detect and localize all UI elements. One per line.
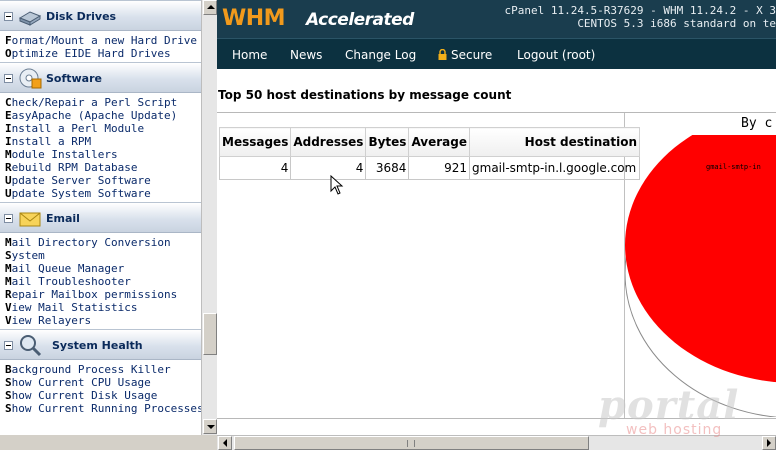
sidebar-scrollbar[interactable] [201,0,217,435]
section-title: Software [46,72,102,85]
cell-bytes: 3684 [365,156,410,180]
email-envelope-icon [19,212,41,227]
scroll-corner [201,435,217,450]
nav-secure-label: Secure [451,48,493,62]
menu-item[interactable]: Mail Queue Manager [5,262,201,275]
section-title: Email [46,212,80,225]
cell-messages: 4 [218,156,292,180]
whm-logo-subtitle: Accelerated [306,10,414,30]
menu-item[interactable]: Module Installers [5,148,201,161]
scroll-right-arrow-icon[interactable] [762,436,776,450]
report-title: Top 50 host destinations by message coun… [218,88,512,102]
menu-item[interactable]: Background Process Killer [5,363,201,376]
section-header-email[interactable]: Email [0,202,201,233]
sidebar-menu: Disk Drives Format/Mount a new Hard Driv… [0,0,201,435]
collapse-toggle-icon[interactable] [4,12,13,21]
menu-item[interactable]: Mail Directory Conversion [5,236,201,249]
menu-item[interactable]: Install a RPM [5,135,201,148]
scroll-down-arrow-icon[interactable] [203,419,217,434]
section-header-software[interactable]: Software [0,62,201,93]
whm-logo[interactable]: WHM [222,6,286,31]
scroll-up-arrow-icon[interactable] [203,0,217,15]
menu-item[interactable]: Update Server Software [5,174,201,187]
menu-item[interactable]: Mail Troubleshooter [5,275,201,288]
main-content: WHM Accelerated cPanel 11.24.5-R37629 - … [217,0,776,435]
menu-item[interactable]: EasyApache (Apache Update) [5,109,201,122]
section-items-email: Mail Directory Conversion System Mail Qu… [0,233,201,329]
top-nav: Home News Change Log Secure Logout (root… [217,38,776,69]
menu-item[interactable]: Show Current Disk Usage [5,389,201,402]
menu-item[interactable]: Rebuild RPM Database [5,161,201,174]
scroll-left-arrow-icon[interactable] [218,436,232,450]
magnifier-icon [20,335,42,357]
table-header-row: Messages Addresses Bytes Average Host de… [218,127,641,157]
section-header-system-health[interactable]: System Health [0,329,201,360]
menu-item[interactable]: Show Current CPU Usage [5,376,201,389]
col-host-destination: Host destination [469,127,641,157]
menu-item[interactable]: Optimize EIDE Hard Drives [5,47,201,60]
section-header-disk-drives[interactable]: Disk Drives [0,0,201,31]
col-addresses: Addresses [290,127,367,157]
os-info: CENTOS 5.3 i686 standard on te [577,17,776,30]
cell-average: 921 [408,156,471,180]
horizontal-scrollbar-thumb[interactable] [234,436,589,450]
menu-item[interactable]: Install a Perl Module [5,122,201,135]
nav-change-log[interactable]: Change Log [345,48,416,62]
collapse-toggle-icon[interactable] [4,341,13,350]
section-items-software: Check/Repair a Perl Script EasyApache (A… [0,93,201,202]
menu-item[interactable]: View Relayers [5,314,201,327]
menu-item[interactable]: Update System Software [5,187,201,200]
nav-secure[interactable]: Secure [438,48,492,62]
lock-icon [438,49,447,60]
menu-item[interactable]: System [5,249,201,262]
scrollbar-grip-icon [407,440,415,447]
pie-slice-label: gmail-smtp-in [706,163,761,171]
menu-item[interactable]: View Mail Statistics [5,301,201,314]
whm-header: WHM Accelerated cPanel 11.24.5-R37629 - … [217,0,776,38]
scrollbar-thumb[interactable] [203,313,217,355]
software-cd-icon [19,68,42,89]
col-average: Average [408,127,471,157]
menu-item[interactable]: Format/Mount a new Hard Drive [5,34,201,47]
col-bytes: Bytes [365,127,410,157]
section-title: System Health [52,339,143,352]
section-title: Disk Drives [46,10,117,23]
table-row: 4 4 3684 921 gmail-smtp-in.l.google.com [218,156,641,180]
host-destinations-table: Messages Addresses Bytes Average Host de… [218,127,641,180]
collapse-toggle-icon[interactable] [4,214,13,223]
cell-addresses: 4 [290,156,367,180]
menu-item[interactable]: Check/Repair a Perl Script [5,96,201,109]
pie-chart: gmail-smtp-in [625,135,776,417]
disk-drive-icon [18,11,42,26]
pie-chart-title: By c [741,116,773,131]
menu-item[interactable]: Repair Mailbox permissions [5,288,201,301]
mouse-pointer-icon [330,175,344,195]
section-items-disk-drives: Format/Mount a new Hard Drive Optimize E… [0,31,201,62]
section-items-system-health: Background Process Killer Show Current C… [0,360,201,417]
col-messages: Messages [218,127,292,157]
collapse-toggle-icon[interactable] [4,74,13,83]
cell-host-destination: gmail-smtp-in.l.google.com [469,156,641,180]
nav-logout[interactable]: Logout (root) [517,48,595,62]
version-info: cPanel 11.24.5-R37629 - WHM 11.24.2 - X … [504,4,776,17]
horizontal-scrollbar[interactable] [217,435,776,450]
nav-home[interactable]: Home [232,48,267,62]
nav-news[interactable]: News [290,48,322,62]
menu-item[interactable]: Show Current Running Processes [5,402,201,415]
